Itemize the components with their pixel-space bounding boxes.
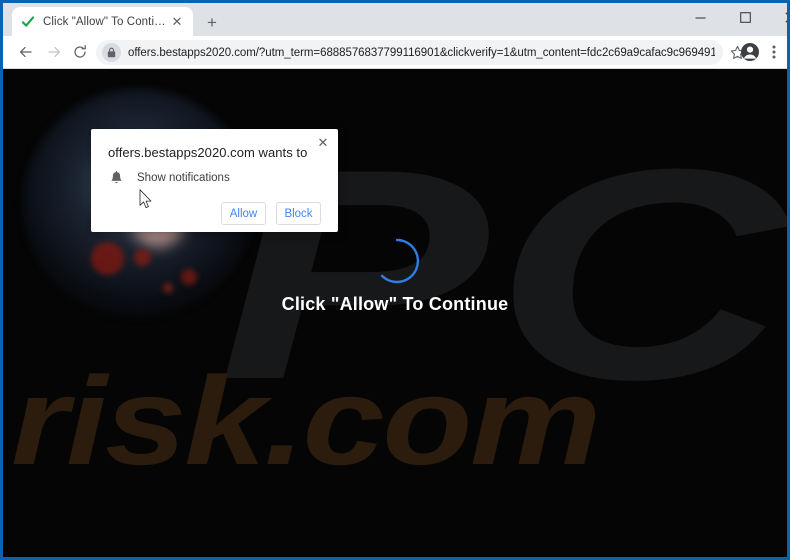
tab-strip: Click "Allow" To Continue ✕ + — [3, 3, 787, 36]
address-bar[interactable]: offers.bestapps2020.com/?utm_term=688857… — [96, 40, 723, 65]
reload-icon[interactable] — [68, 40, 92, 64]
allow-button[interactable]: Allow — [221, 202, 266, 225]
bell-icon — [108, 170, 124, 186]
notification-permission-dialog: ✕ offers.bestapps2020.com wants to Show … — [91, 129, 338, 232]
page-viewport: PC risk.com Click "Allow" To Continue ✕ … — [3, 69, 787, 557]
page-headline: Click "Allow" To Continue — [281, 294, 509, 314]
close-icon[interactable]: ✕ — [315, 135, 331, 151]
address-bar-url: offers.bestapps2020.com/?utm_term=688857… — [128, 46, 715, 59]
tab-close-icon[interactable]: ✕ — [169, 14, 185, 30]
background-spot-red-c — [181, 269, 197, 285]
window-minimize-button[interactable] — [678, 3, 723, 32]
background-spot-red-a — [91, 242, 124, 275]
window-maximize-button[interactable] — [723, 3, 768, 32]
browser-toolbar: offers.bestapps2020.com/?utm_term=688857… — [3, 36, 787, 69]
permission-dialog-title: offers.bestapps2020.com wants to — [108, 145, 308, 160]
background-spot-red-d — [163, 283, 173, 293]
browser-tab[interactable]: Click "Allow" To Continue ✕ — [12, 7, 193, 36]
background-spot-red-b — [134, 249, 151, 266]
padlock-icon[interactable] — [102, 43, 121, 62]
green-check-icon — [20, 14, 36, 30]
permission-option-row: Show notifications — [108, 170, 230, 186]
block-button[interactable]: Block — [276, 202, 321, 225]
window-close-button[interactable] — [768, 3, 787, 32]
three-dot-menu-icon[interactable] — [763, 40, 785, 64]
back-arrow-icon[interactable] — [14, 40, 38, 64]
tab-title: Click "Allow" To Continue — [43, 15, 169, 28]
loading-spinner — [373, 237, 421, 285]
permission-option-label: Show notifications — [137, 172, 230, 184]
browser-window: Click "Allow" To Continue ✕ + offers.bes… — [0, 0, 790, 560]
watermark-risk-text: risk.com — [11, 352, 601, 491]
new-tab-button[interactable]: + — [201, 11, 223, 33]
account-avatar-icon[interactable] — [738, 40, 762, 64]
forward-arrow-icon — [42, 40, 66, 64]
